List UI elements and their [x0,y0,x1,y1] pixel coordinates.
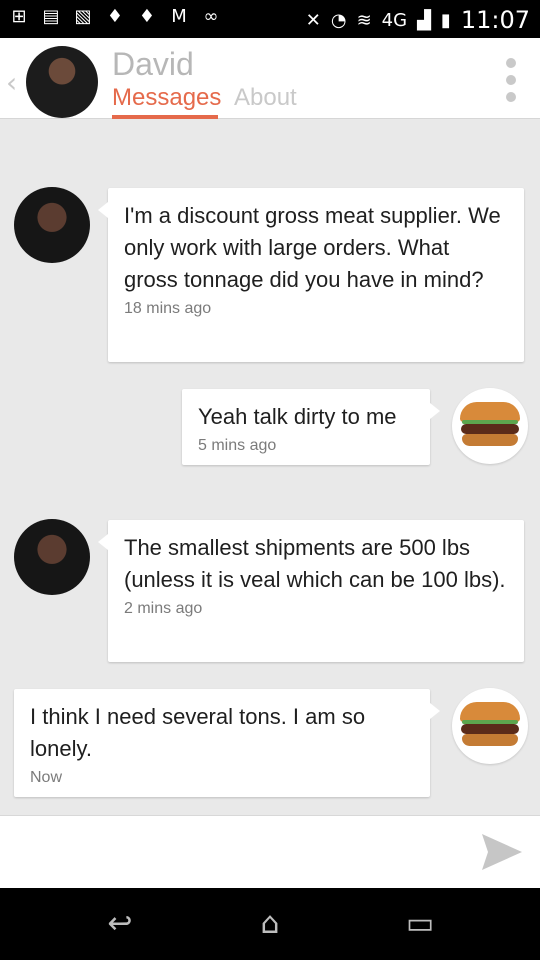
message-incoming: The smallest shipments are 500 lbs (unle… [98,520,524,662]
signal-icon: ▟ [417,9,431,31]
message-outgoing: I think I need several tons. I am so lon… [14,689,440,797]
image-icon: ▧ [74,6,92,27]
contact-avatar[interactable] [26,46,98,118]
message-timestamp: 5 mins ago [198,437,277,454]
message-composer[interactable] [0,816,540,888]
message-text: Yeah talk dirty to me [198,404,397,429]
conversation-header: ‹ David Messages About [0,38,540,119]
wifi-icon: ≋ [356,9,372,31]
message-incoming: I'm a discount gross meat supplier. We o… [98,188,524,362]
flame-icon: ♦ [106,6,124,27]
gmail-icon: M [171,6,187,27]
message-timestamp: 2 mins ago [124,600,203,617]
recents-icon[interactable]: ▭ [392,908,448,940]
user-avatar[interactable] [452,688,528,764]
burger-icon [460,702,520,746]
message-text: I think I need several tons. I am so lon… [30,704,366,761]
message-timestamp: 18 mins ago [124,300,212,317]
mute-icon: ✕ [305,9,321,31]
4g-icon: 4G [381,9,408,31]
overflow-menu-icon[interactable] [506,58,518,102]
flame-icon: ♦ [138,6,156,27]
incoming-avatar[interactable] [14,187,90,263]
message-outgoing: Yeah talk dirty to me 5 mins ago [182,389,440,465]
message-text: I'm a discount gross meat supplier. We o… [124,203,501,292]
user-avatar[interactable] [452,388,528,464]
tab-messages[interactable]: Messages [112,84,221,112]
tab-about[interactable]: About [234,84,297,112]
battery-icon: ▮ [440,9,451,31]
send-icon[interactable] [480,830,524,874]
contact-name: David [112,46,194,82]
status-time: 11:07 [460,6,530,34]
active-tab-indicator [112,115,218,119]
plus-icon: ⊞ [11,6,27,27]
status-system-icons: ✕ ◔ ≋ 4G ▟ ▮ 11:07 [306,6,530,34]
compose-input[interactable] [14,830,454,874]
back-icon[interactable]: ↩ [92,908,148,940]
burger-icon [460,402,520,446]
home-icon[interactable]: ⌂ [242,908,298,940]
status-notification-icons: ⊞ ▤ ▧ ♦ ♦ M ∞ [8,6,222,28]
alarm-icon: ◔ [330,9,347,31]
message-text: The smallest shipments are 500 lbs (unle… [124,535,506,592]
calendar-icon: ▤ [42,6,60,27]
status-bar: ⊞ ▤ ▧ ♦ ♦ M ∞ ✕ ◔ ≋ 4G ▟ ▮ 11:07 [0,0,540,38]
system-nav-bar: ↩ ⌂ ▭ [0,888,540,960]
voicemail-icon: ∞ [203,6,219,27]
message-timestamp: Now [30,769,63,786]
back-chevron-icon[interactable]: ‹ [6,66,17,99]
incoming-avatar[interactable] [14,519,90,595]
